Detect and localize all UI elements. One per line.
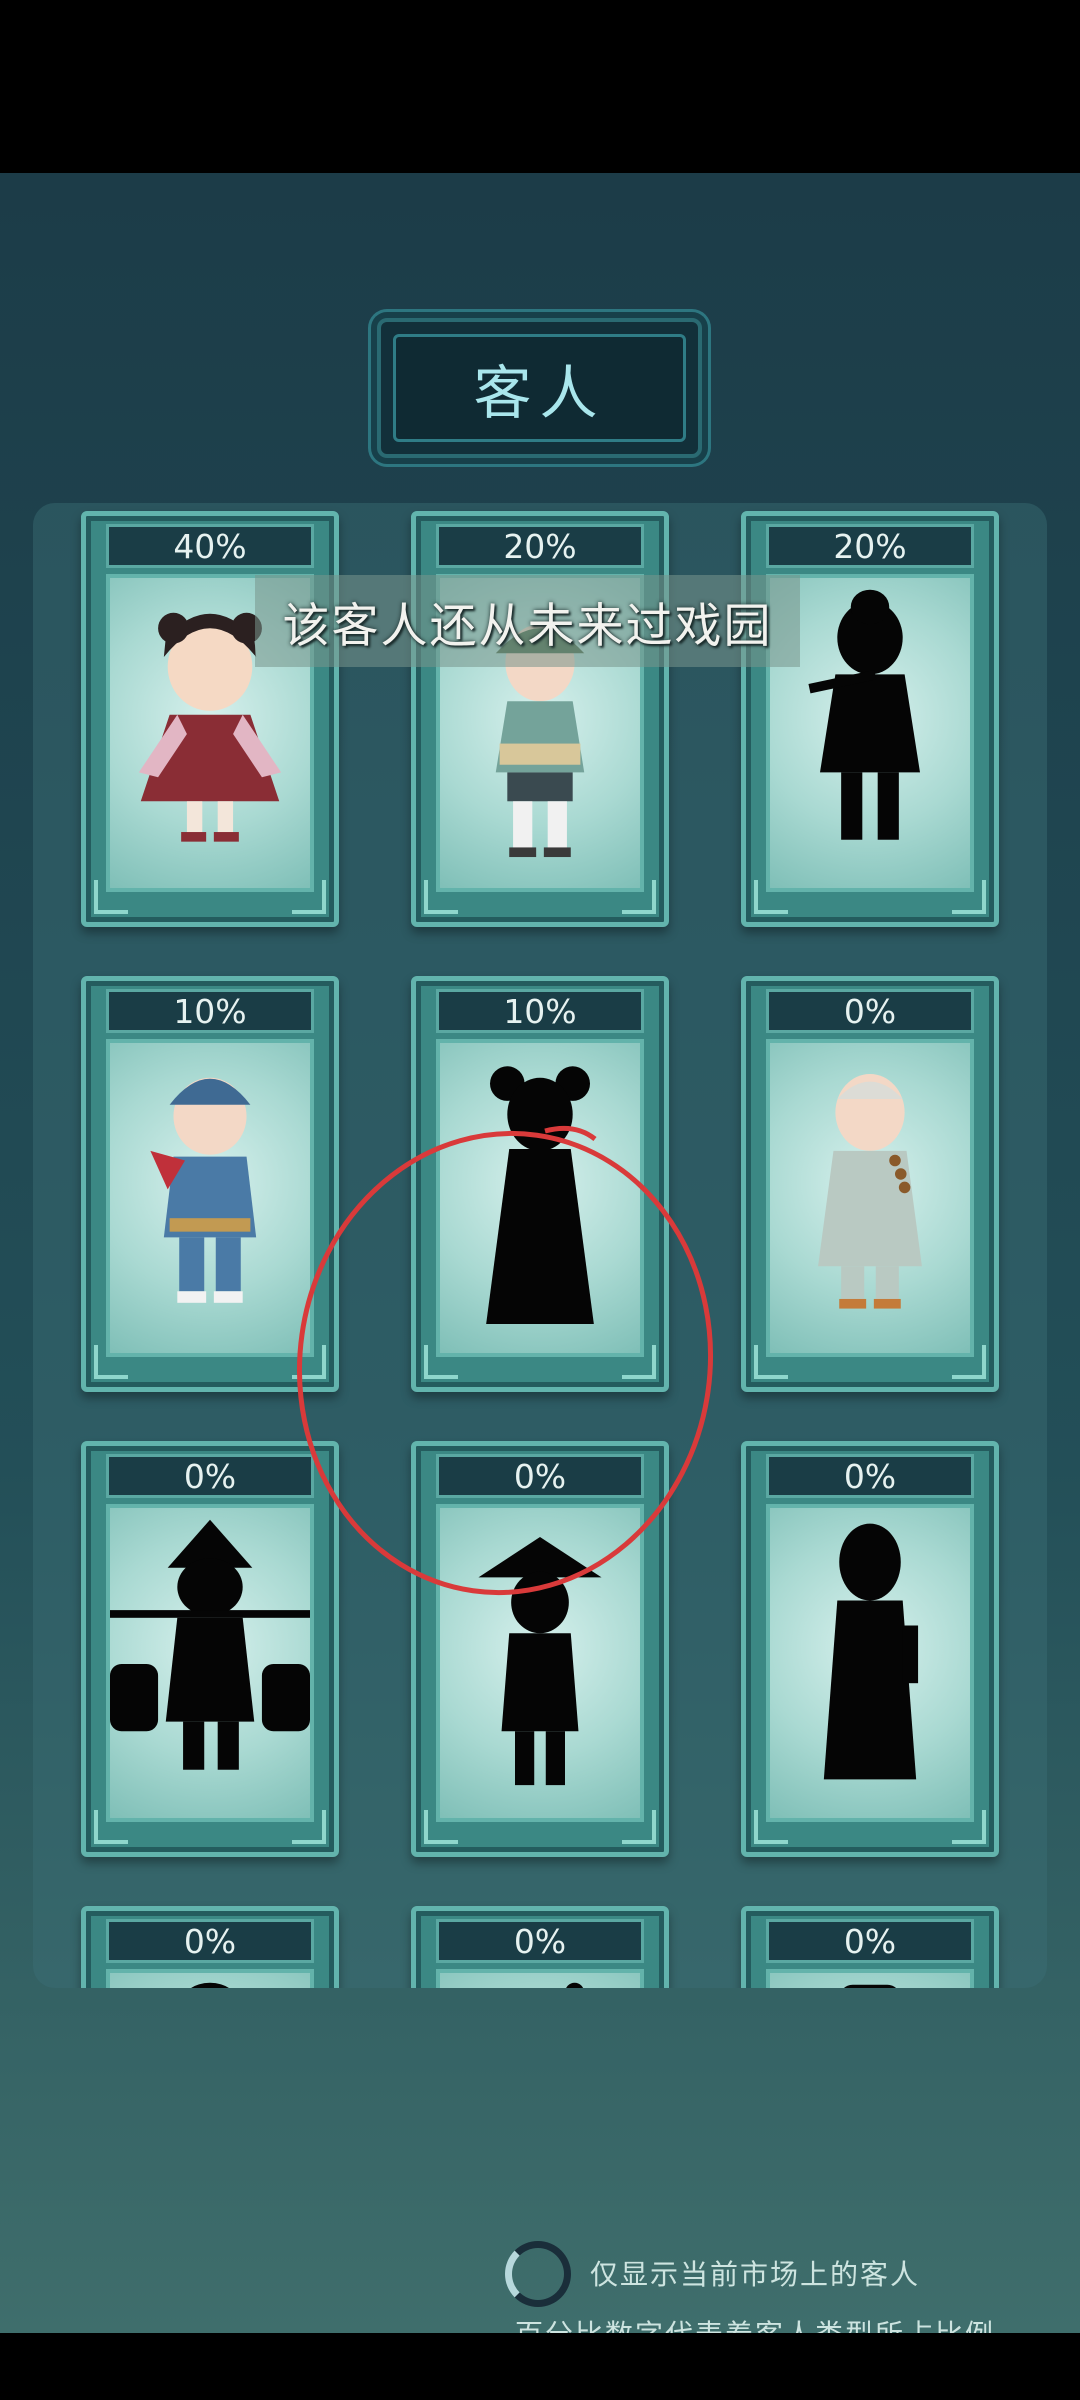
guest-card[interactable]: 20% bbox=[741, 511, 999, 927]
guest-card[interactable]: 0% bbox=[741, 1906, 999, 1988]
guest-figure-silhouette bbox=[843, 1984, 897, 1988]
show-current-toggle-icon[interactable] bbox=[505, 2241, 571, 2307]
red-circle-annotation bbox=[296, 1125, 714, 1596]
guest-card[interactable]: 0% bbox=[741, 976, 999, 1392]
guest-portrait bbox=[106, 1504, 314, 1822]
guest-figure-monk bbox=[818, 1073, 922, 1309]
guest-portrait bbox=[106, 1039, 314, 1357]
corner-ornament bbox=[754, 1345, 788, 1379]
guest-percent: 0% bbox=[766, 1454, 974, 1498]
guest-card[interactable]: 0% bbox=[81, 1906, 339, 1988]
guest-percent: 0% bbox=[106, 1454, 314, 1498]
guest-figure-silhouette bbox=[808, 589, 920, 840]
corner-ornament bbox=[292, 1810, 326, 1844]
corner-ornament bbox=[952, 1810, 986, 1844]
guest-card[interactable]: 40% bbox=[81, 511, 339, 927]
corner-ornament bbox=[424, 1810, 458, 1844]
corner-ornament bbox=[424, 880, 458, 914]
corner-ornament bbox=[94, 1810, 128, 1844]
guest-portrait bbox=[766, 1039, 974, 1357]
guest-figure-silhouette bbox=[110, 1519, 310, 1770]
guest-percent: 0% bbox=[106, 1919, 314, 1963]
percentage-note: 百分比数字代表着客人类型所占比例 bbox=[515, 2313, 995, 2333]
guest-screen: 客人 40% 20% 20% 10% 10% 0% 0% 0% 0% 0% 0%… bbox=[0, 173, 1080, 2333]
guest-percent: 10% bbox=[106, 989, 314, 1033]
page-title: 客人 bbox=[473, 359, 606, 427]
corner-ornament bbox=[754, 880, 788, 914]
guest-percent: 20% bbox=[766, 524, 974, 568]
tooltip-unvisited: 该客人还从未来过戏园 bbox=[255, 575, 800, 667]
guest-figure-boy-blue bbox=[150, 1077, 257, 1303]
guest-card[interactable]: 0% bbox=[741, 1441, 999, 1857]
guest-portrait bbox=[436, 1969, 644, 1988]
corner-ornament bbox=[94, 1345, 128, 1379]
guest-portrait bbox=[766, 1969, 974, 1988]
show-current-toggle-label[interactable]: 仅显示当前市场上的客人 bbox=[590, 2253, 920, 2293]
guest-percent: 40% bbox=[106, 524, 314, 568]
guest-card[interactable]: 0% bbox=[411, 1906, 669, 1988]
guest-percent: 20% bbox=[436, 524, 644, 568]
guest-card[interactable]: 20% bbox=[411, 511, 669, 927]
corner-ornament bbox=[622, 1810, 656, 1844]
corner-ornament bbox=[622, 880, 656, 914]
corner-ornament bbox=[292, 880, 326, 914]
guest-figure-silhouette bbox=[823, 1523, 919, 1780]
guest-percent: 0% bbox=[436, 1919, 644, 1963]
guest-portrait bbox=[766, 1504, 974, 1822]
corner-ornament bbox=[952, 880, 986, 914]
guest-percent: 0% bbox=[766, 989, 974, 1033]
guest-figure-silhouette bbox=[191, 1982, 229, 1988]
guest-figure-silhouette bbox=[566, 1982, 584, 1988]
bottom-bar bbox=[0, 2333, 1080, 2400]
guest-percent: 10% bbox=[436, 989, 644, 1033]
corner-ornament bbox=[952, 1345, 986, 1379]
title-plaque: 客人 bbox=[377, 318, 702, 458]
corner-ornament bbox=[754, 1810, 788, 1844]
corner-ornament bbox=[94, 880, 128, 914]
guest-percent: 0% bbox=[766, 1919, 974, 1963]
guest-portrait bbox=[106, 1969, 314, 1988]
